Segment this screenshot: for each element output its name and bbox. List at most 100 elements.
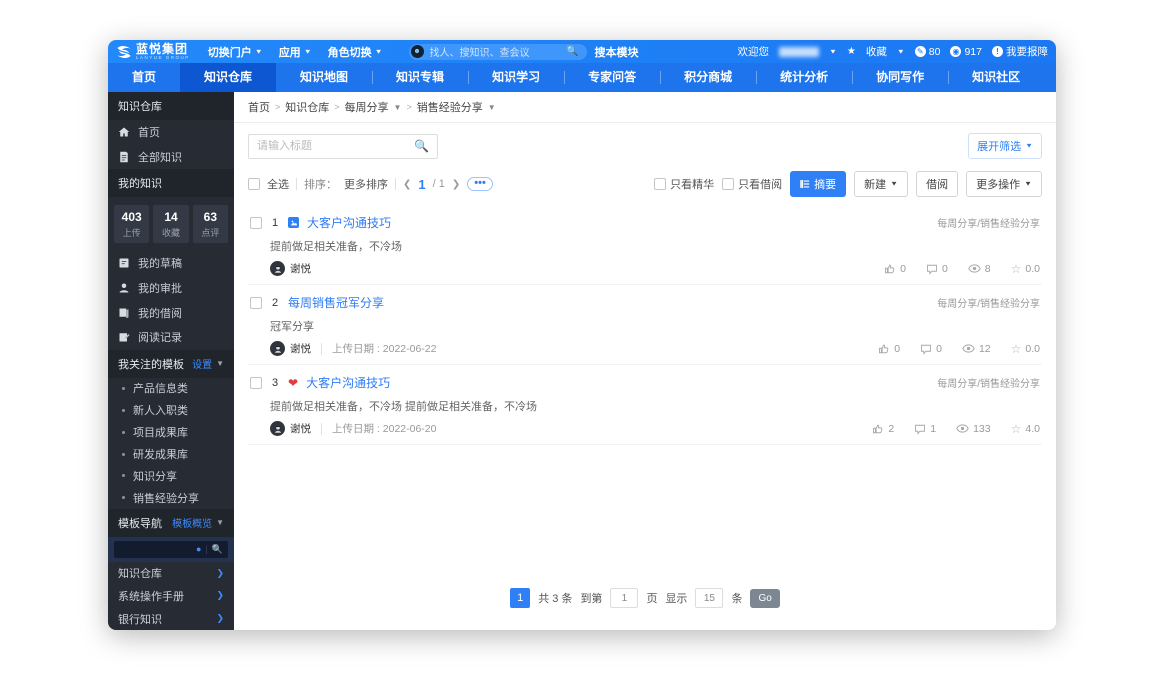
sidebar-template-project-results[interactable]: 项目成果库 xyxy=(108,421,234,443)
tab-statistics[interactable]: 统计分析 xyxy=(756,63,852,92)
go-button[interactable]: Go xyxy=(750,588,780,608)
title-search-input[interactable] xyxy=(257,140,415,152)
author-name[interactable]: 谢悦 xyxy=(290,341,311,356)
comment-count[interactable]: 0 xyxy=(920,343,942,355)
like-count[interactable]: 0 xyxy=(884,263,906,275)
sidebar-template-knowledge-share[interactable]: 知识分享 xyxy=(108,465,234,487)
knowledge-summary: 提前做足相关准备，不冷场 xyxy=(270,241,402,253)
sidebar-item-approvals[interactable]: 我的审批 xyxy=(108,276,234,301)
row-checkbox[interactable] xyxy=(250,296,262,309)
abstract-view-button[interactable]: 摘要 xyxy=(790,171,847,197)
like-count[interactable]: 2 xyxy=(872,423,894,435)
rating[interactable]: ☆ 0.0 xyxy=(1011,342,1040,356)
tree-item-system-manual[interactable]: 系统操作手册 ❯ xyxy=(108,584,234,607)
chevron-down-icon[interactable]: ▼ xyxy=(394,103,402,112)
view-count[interactable]: 8 xyxy=(968,263,991,275)
settings-link[interactable]: 设置 xyxy=(192,356,212,371)
stat-uploads[interactable]: 403 上传 xyxy=(114,205,150,244)
row-checkbox[interactable] xyxy=(250,216,262,229)
sidebar-template-onboarding[interactable]: 新人入职类 xyxy=(108,399,234,421)
page-number-button[interactable]: 1 xyxy=(510,588,531,608)
more-pages-button[interactable]: ••• xyxy=(467,177,493,191)
sidebar-item-borrows[interactable]: 我的借阅 xyxy=(108,300,234,325)
search-icon[interactable]: 🔍 xyxy=(566,46,578,57)
chevron-down-icon[interactable]: ▼ xyxy=(488,103,496,112)
prev-page-arrow[interactable]: ❮ xyxy=(403,179,411,190)
only-essence-checkbox[interactable] xyxy=(654,178,667,190)
sidebar-item-reading-history[interactable]: 阅读记录 xyxy=(108,325,234,350)
menu-switch-role[interactable]: 角色切换 ▼ xyxy=(328,44,383,60)
next-page-arrow[interactable]: ❯ xyxy=(452,179,460,190)
template-overview-link[interactable]: 模板概览 xyxy=(172,515,212,530)
view-count[interactable]: ◉ 917 xyxy=(950,46,982,58)
comment-count[interactable]: 1 xyxy=(914,423,936,435)
favorites-menu[interactable]: 收藏 xyxy=(866,44,887,59)
menu-switch-portal[interactable]: 切换门户 ▼ xyxy=(208,44,263,60)
breadcrumb-sales-share[interactable]: 销售经验分享 xyxy=(417,99,483,115)
chevron-down-icon[interactable]: ▼ xyxy=(216,359,224,368)
edit-count[interactable]: ✎ 80 xyxy=(914,46,940,58)
sidebar-item-drafts[interactable]: 我的草稿 xyxy=(108,251,234,276)
comment-count[interactable]: 0 xyxy=(926,263,948,275)
stat-favorites[interactable]: 14 收藏 xyxy=(153,205,189,244)
like-count[interactable]: 0 xyxy=(878,343,900,355)
chevron-down-icon: ▼ xyxy=(890,180,899,188)
author-name[interactable]: 谢悦 xyxy=(290,421,311,436)
borrow-button[interactable]: 借阅 xyxy=(916,171,959,197)
view-count[interactable]: 133 xyxy=(956,423,991,435)
comment-icon xyxy=(915,424,926,435)
tab-expert-qa[interactable]: 专家问答 xyxy=(564,63,660,92)
tab-knowledge-learning[interactable]: 知识学习 xyxy=(468,63,564,92)
tree-item-knowledge-repo[interactable]: 知识仓库 ❯ xyxy=(108,562,234,585)
logo[interactable]: 蓝悦集团 LANYUE GROUP xyxy=(116,43,190,61)
row-checkbox[interactable] xyxy=(250,376,262,389)
tab-points-mall[interactable]: 积分商城 xyxy=(660,63,756,92)
menu-apps[interactable]: 应用 ▼ xyxy=(279,44,312,60)
only-borrowed-checkbox[interactable] xyxy=(722,178,735,190)
tab-collaboration[interactable]: 协同写作 xyxy=(852,63,948,92)
knowledge-title-link[interactable]: 每周销售冠军分享 xyxy=(288,294,384,311)
username-blurred[interactable] xyxy=(778,46,819,57)
search-module-button[interactable]: 搜本模块 xyxy=(595,44,639,60)
sidebar-template-product-info[interactable]: 产品信息类 xyxy=(108,378,234,400)
chevron-down-icon[interactable]: ▼ xyxy=(216,518,224,527)
select-all-checkbox[interactable] xyxy=(248,178,260,190)
tab-knowledge-map[interactable]: 知识地图 xyxy=(276,63,372,92)
chevron-down-icon[interactable]: ▼ xyxy=(897,48,905,54)
sidebar-item-all-knowledge[interactable]: 全部知识 xyxy=(108,145,234,170)
tree-item-bank-knowledge[interactable]: 银行知识 ❯ xyxy=(108,607,234,630)
sidebar-item-home[interactable]: 首页 xyxy=(108,120,234,145)
expand-filter-button[interactable]: 展开筛选 ▼ xyxy=(968,133,1042,159)
goto-page-input[interactable] xyxy=(610,588,639,608)
tab-knowledge-community[interactable]: 知识社区 xyxy=(948,63,1044,92)
search-icon[interactable]: 🔍 xyxy=(212,544,223,555)
rating[interactable]: ☆ 4.0 xyxy=(1011,422,1040,436)
knowledge-title-link[interactable]: 大客户沟通技巧 xyxy=(307,214,391,231)
new-button[interactable]: 新建 ▼ xyxy=(854,171,909,197)
author-name[interactable]: 谢悦 xyxy=(290,261,311,276)
global-search-input[interactable]: ☻ 找人、搜知识、查会议 🔍 xyxy=(408,43,587,60)
search-icon[interactable]: 🔍 xyxy=(414,139,429,153)
tab-knowledge-album[interactable]: 知识专辑 xyxy=(372,63,468,92)
only-essence-filter[interactable]: 只看精华 xyxy=(654,176,714,192)
sort-more-link[interactable]: 更多排序 xyxy=(344,176,388,192)
stat-reviews[interactable]: 63 点评 xyxy=(192,205,228,244)
chevron-down-icon[interactable]: ▼ xyxy=(829,48,837,54)
rating[interactable]: ☆ 0.0 xyxy=(1011,262,1040,276)
page-size-input[interactable] xyxy=(695,588,724,608)
tab-knowledge-repo[interactable]: 知识仓库 xyxy=(180,63,277,92)
view-count[interactable]: 12 xyxy=(962,343,991,355)
sidebar-template-rd-results[interactable]: 研发成果库 xyxy=(108,443,234,465)
sidebar-search-input[interactable]: ● | 🔍 xyxy=(114,540,228,558)
thumbs-up-icon xyxy=(885,264,895,273)
tab-home[interactable]: 首页 xyxy=(108,63,180,92)
sidebar-template-sales-share[interactable]: 销售经验分享 xyxy=(108,487,234,509)
more-operations-button[interactable]: 更多操作 ▼ xyxy=(966,171,1042,197)
help-button[interactable]: ! 我要报障 xyxy=(992,44,1048,59)
knowledge-title-link[interactable]: 大客户沟通技巧 xyxy=(306,374,390,391)
breadcrumb-home[interactable]: 首页 xyxy=(248,99,270,115)
breadcrumb-weekly-share[interactable]: 每周分享 xyxy=(345,99,389,115)
only-borrowed-filter[interactable]: 只看借阅 xyxy=(722,176,782,192)
breadcrumb-repo[interactable]: 知识仓库 xyxy=(285,99,329,115)
total-pages: / 1 xyxy=(432,178,445,190)
